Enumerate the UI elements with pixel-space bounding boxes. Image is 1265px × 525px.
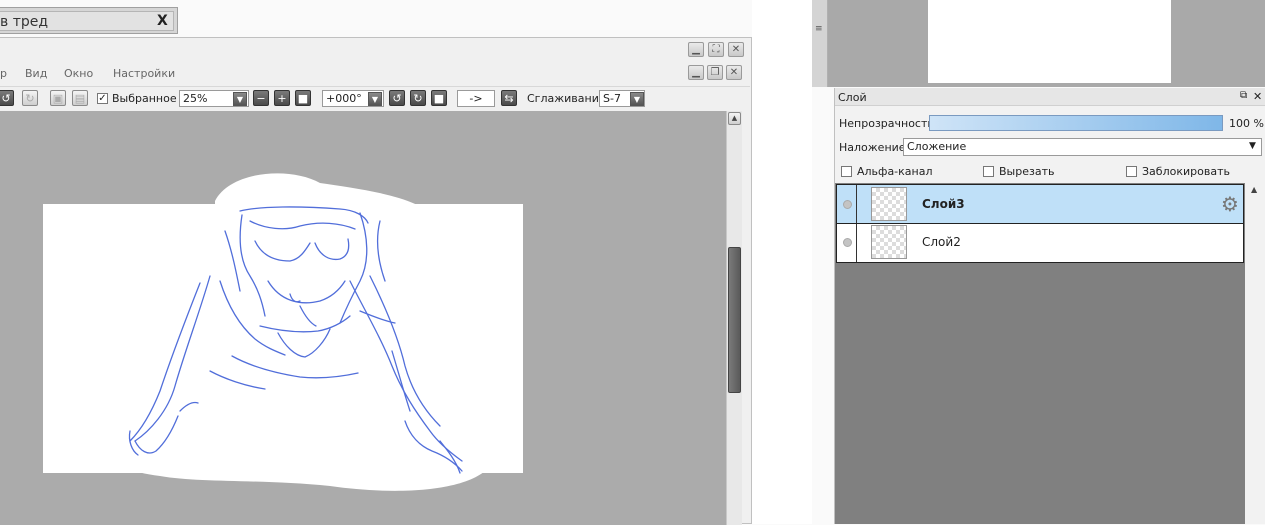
- grip-icon[interactable]: ≡: [815, 24, 823, 34]
- drawing-canvas[interactable]: [0, 111, 726, 525]
- layer-list-scrollbar[interactable]: ▲: [1245, 183, 1265, 524]
- layer-divider: [856, 224, 857, 262]
- undo-icon[interactable]: ↺: [0, 90, 14, 106]
- layer-row[interactable]: Слой2: [836, 224, 1244, 263]
- alpha-channel-label: Альфа-канал: [857, 165, 933, 178]
- menu-item-window[interactable]: Окно: [64, 67, 93, 80]
- layer-divider: [856, 185, 857, 223]
- inner-restore-button[interactable]: ❐: [707, 65, 723, 80]
- menu-item-view[interactable]: Вид: [25, 67, 47, 80]
- navigator-scrollbar[interactable]: ≡: [812, 0, 828, 87]
- menu-item-file[interactable]: р: [0, 67, 7, 80]
- toolbar: ↺ ↻ ▣ ▤ ✓ Выбранное 25% ▼ − + ■ +000° ▼ …: [0, 86, 750, 110]
- clear-icon[interactable]: ▣: [50, 90, 66, 106]
- navigator-panel: ≡: [812, 0, 1265, 87]
- selected-label: Выбранное: [112, 92, 177, 105]
- opacity-slider[interactable]: [929, 115, 1223, 131]
- thread-tab-title: в тред: [0, 14, 49, 30]
- lock-label: Заблокировать: [1142, 165, 1230, 178]
- redo-icon[interactable]: ↻: [22, 90, 38, 106]
- rotate-right-button[interactable]: ↻: [410, 90, 426, 106]
- alpha-channel-checkbox[interactable]: [841, 166, 852, 177]
- blend-select[interactable]: Сложение: [903, 138, 1262, 156]
- clip-checkbox[interactable]: [983, 166, 994, 177]
- scroll-up-icon[interactable]: ▲: [728, 112, 741, 125]
- canvas-area[interactable]: [0, 111, 726, 525]
- close-panel-icon[interactable]: ✕: [1253, 90, 1262, 103]
- float-panel-icon[interactable]: ⧉: [1240, 90, 1247, 101]
- scroll-up-icon[interactable]: ▲: [1251, 185, 1257, 194]
- layer-thumbnail: [871, 187, 907, 221]
- inner-minimize-button[interactable]: ▁: [688, 65, 704, 80]
- fill-icon[interactable]: ▤: [72, 90, 88, 106]
- visibility-dot-icon[interactable]: [843, 238, 852, 247]
- maximize-button[interactable]: ⛶: [708, 42, 724, 57]
- layer-thumbnail: [871, 225, 907, 259]
- chevron-down-icon[interactable]: ▼: [1249, 141, 1256, 151]
- rotate-reset-button[interactable]: ■: [431, 90, 447, 106]
- clip-label: Вырезать: [999, 165, 1055, 178]
- lock-checkbox[interactable]: [1126, 166, 1137, 177]
- visibility-dot-icon[interactable]: [843, 200, 852, 209]
- layer-panel-header: Слой ⧉ ✕: [835, 88, 1265, 106]
- zoom-reset-button[interactable]: ■: [295, 90, 311, 106]
- gear-icon[interactable]: ⚙: [1221, 192, 1239, 216]
- opacity-label: Непрозрачность: [839, 117, 934, 130]
- menu-bar: р Вид Окно Настройки ▁ ❐ ✕: [0, 62, 750, 84]
- layer-row-selected[interactable]: Слой3 ⚙: [836, 184, 1244, 224]
- minimize-button[interactable]: ▁: [688, 42, 704, 57]
- flip-icon[interactable]: ⇆: [501, 90, 517, 106]
- opacity-value: 100 %: [1229, 117, 1264, 130]
- zoom-in-button[interactable]: +: [274, 90, 290, 106]
- zoom-out-button[interactable]: −: [253, 90, 269, 106]
- canvas-window: ▁ ⛶ ✕ р Вид Окно Настройки ▁ ❐ ✕ ↺ ↻ ▣ ▤…: [0, 37, 752, 525]
- smoothing-label: Сглаживание: [527, 92, 606, 105]
- smoothing-dropdown-icon[interactable]: ▼: [630, 92, 644, 106]
- navigator-preview: [928, 0, 1171, 83]
- close-icon[interactable]: X: [157, 13, 168, 29]
- rotation-dropdown-icon[interactable]: ▼: [368, 92, 382, 106]
- thread-tab[interactable]: в тред X: [0, 7, 178, 34]
- opacity-slider-fill: [930, 116, 1222, 130]
- selected-checkbox[interactable]: ✓: [97, 93, 108, 104]
- menu-item-settings[interactable]: Настройки: [113, 67, 175, 80]
- blend-label: Наложение: [839, 141, 906, 154]
- layer-panel: Слой ⧉ ✕ Непрозрачность 100 % Наложение …: [834, 88, 1265, 524]
- rotate-left-button[interactable]: ↺: [389, 90, 405, 106]
- layer-name: Слой2: [922, 235, 961, 249]
- inner-close-button[interactable]: ✕: [726, 65, 742, 80]
- right-gap: [752, 0, 812, 524]
- layer-name: Слой3: [922, 197, 965, 211]
- vertical-scrollbar[interactable]: ▲: [726, 111, 742, 525]
- layer-list: Слой3 ⚙ Слой2 ▲: [835, 183, 1265, 524]
- layer-panel-title: Слой: [838, 91, 867, 104]
- scrollbar-thumb[interactable]: [728, 247, 741, 393]
- zoom-dropdown-icon[interactable]: ▼: [233, 92, 247, 106]
- thread-tab-field[interactable]: в тред X: [0, 11, 174, 31]
- close-window-button[interactable]: ✕: [728, 42, 744, 57]
- flip-arrow-button[interactable]: ->: [457, 90, 495, 107]
